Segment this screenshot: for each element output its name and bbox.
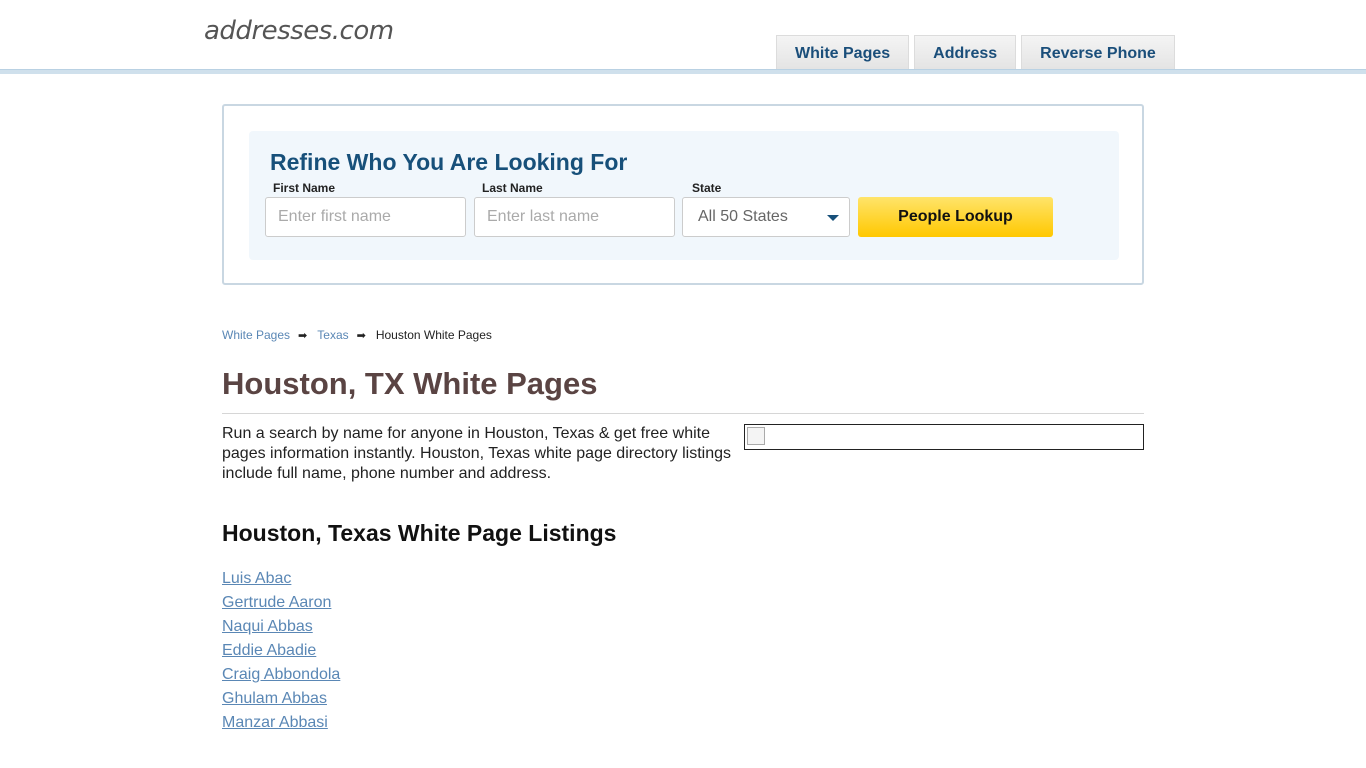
nav-tab-white-pages[interactable]: White Pages bbox=[776, 35, 910, 71]
breadcrumb-white-pages[interactable]: White Pages bbox=[222, 328, 290, 342]
ad-image bbox=[744, 424, 1144, 450]
first-name-label: First Name bbox=[273, 181, 336, 195]
header-divider bbox=[0, 69, 1366, 74]
site-logo[interactable]: addresses.com bbox=[204, 16, 394, 46]
breadcrumb-current: Houston White Pages bbox=[375, 328, 492, 342]
nav-tab-reverse-phone[interactable]: Reverse Phone bbox=[1021, 35, 1175, 71]
listing-link[interactable]: Ghulam Abbas bbox=[222, 690, 327, 707]
listing-link[interactable]: Eddie Abadie bbox=[222, 642, 316, 659]
state-select[interactable]: All 50 States bbox=[682, 197, 850, 237]
nav-tab-address[interactable]: Address bbox=[914, 35, 1017, 71]
list-item: Gertrude Aaron bbox=[222, 593, 340, 617]
first-name-input[interactable] bbox=[265, 197, 466, 237]
intro-text: Run a search by name for anyone in Houst… bbox=[222, 425, 732, 482]
listing-link[interactable]: Naqui Abbas bbox=[222, 618, 313, 635]
main-nav: White Pages Address Reverse Phone bbox=[776, 35, 1175, 71]
page-title: Houston, TX White Pages bbox=[222, 366, 598, 401]
arrow-right-icon: ➡ bbox=[356, 329, 366, 342]
listing-link[interactable]: Craig Abbondola bbox=[222, 666, 340, 683]
people-lookup-button[interactable]: People Lookup bbox=[858, 197, 1053, 237]
search-panel: Refine Who You Are Looking For First Nam… bbox=[222, 104, 1144, 285]
broken-image-icon bbox=[747, 427, 765, 445]
site-header: addresses.com White Pages Address Revers… bbox=[0, 0, 1366, 75]
listing-link[interactable]: Luis Abac bbox=[222, 570, 291, 587]
list-item: Craig Abbondola bbox=[222, 665, 340, 689]
search-title: Refine Who You Are Looking For bbox=[270, 149, 628, 175]
search-form: Refine Who You Are Looking For First Nam… bbox=[249, 131, 1119, 260]
listings-heading: Houston, Texas White Page Listings bbox=[222, 520, 617, 546]
title-divider bbox=[222, 413, 1144, 414]
arrow-right-icon: ➡ bbox=[298, 329, 308, 342]
list-item: Luis Abac bbox=[222, 569, 340, 593]
breadcrumb-texas[interactable]: Texas bbox=[317, 328, 348, 342]
list-item: Eddie Abadie bbox=[222, 641, 340, 665]
list-item: Manzar Abbasi bbox=[222, 713, 340, 737]
last-name-label: Last Name bbox=[482, 181, 543, 195]
listings-list: Luis Abac Gertrude Aaron Naqui Abbas Edd… bbox=[222, 569, 340, 737]
breadcrumb: White Pages ➡ Texas ➡ Houston White Page… bbox=[222, 328, 492, 342]
chevron-down-icon bbox=[827, 215, 839, 221]
state-label: State bbox=[692, 181, 722, 195]
listing-link[interactable]: Manzar Abbasi bbox=[222, 714, 328, 731]
listing-link[interactable]: Gertrude Aaron bbox=[222, 594, 331, 611]
list-item: Naqui Abbas bbox=[222, 617, 340, 641]
list-item: Ghulam Abbas bbox=[222, 689, 340, 713]
state-selected-value: All 50 States bbox=[698, 208, 788, 225]
last-name-input[interactable] bbox=[474, 197, 675, 237]
